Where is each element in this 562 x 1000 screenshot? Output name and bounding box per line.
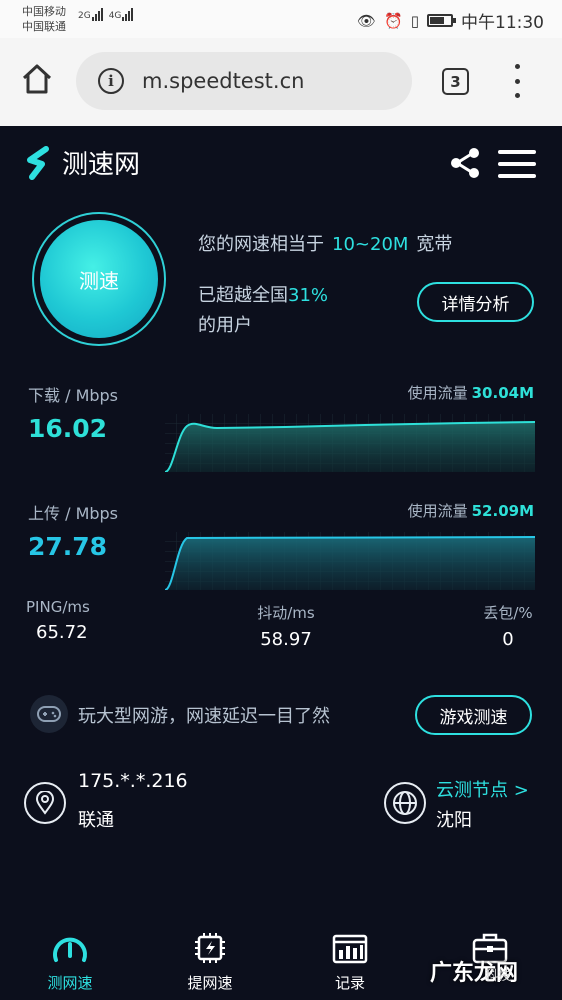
status-bar: 中国移动 中国联通 2G 4G 👁 ⏰ ▯ 中午11:30 [0, 0, 562, 38]
ip-address: 175.*.*.216 [78, 770, 188, 792]
download-graph [165, 414, 535, 472]
speed-equivalent: 您的网速相当于 10~20M 宽带 [198, 234, 453, 255]
app-logo[interactable]: 测速网 [24, 144, 140, 181]
battery-icon [427, 14, 456, 27]
speed-test-button[interactable]: 测速 [32, 212, 166, 346]
jitter-value: 58.97 [260, 629, 312, 650]
signal-1-icon: 2G [78, 8, 103, 21]
info-icon[interactable]: i [98, 68, 124, 94]
location-pin-icon [24, 782, 66, 824]
menu-icon[interactable] [498, 150, 536, 178]
carrier-1: 中国移动 [22, 5, 66, 18]
exceed-text: 已超越全国31% 的用户 [198, 285, 329, 336]
detail-analysis-button[interactable]: 详情分析 [417, 282, 534, 322]
nav-item-records[interactable]: 记录 [280, 920, 420, 1000]
eye-icon: 👁 [357, 11, 377, 30]
jitter-stat: 抖动/ms 58.97 [236, 602, 336, 650]
ping-value: 65.72 [36, 622, 88, 643]
logo-s-icon [27, 145, 49, 180]
carrier-2: 中国联通 [22, 20, 66, 33]
exceed-percent: 31% [288, 285, 329, 306]
status-right: 👁 ⏰ ▯ 中午11:30 [357, 8, 544, 34]
gamepad-icon [30, 695, 68, 733]
cloud-node-link[interactable]: 云测节点 > [436, 776, 529, 802]
game-promo-text: 玩大型网游，网速延迟一目了然 [78, 706, 330, 727]
nav-item-boost-speed[interactable]: 提网速 [140, 920, 280, 1000]
packet-loss-label: 丢包/% [483, 604, 533, 622]
watermark-sub: 科技 [485, 969, 512, 984]
ping-label: PING/ms [26, 598, 90, 616]
share-icon [451, 148, 479, 178]
ping-stat: PING/ms 65.72 [26, 598, 90, 643]
game-speed-test-button[interactable]: 游戏测速 [415, 695, 532, 735]
vibrate-icon: ▯ [410, 11, 419, 30]
jitter-label: 抖动/ms [257, 604, 315, 622]
alarm-icon: ⏰ [384, 11, 403, 30]
home-button[interactable] [20, 62, 54, 96]
signal-2-icon: 4G [109, 8, 134, 21]
download-value: 16.02 [28, 414, 108, 443]
packet-loss-stat: 丢包/% 0 [470, 602, 546, 650]
tabs-button[interactable]: 3 [442, 68, 469, 95]
packet-loss-value: 0 [502, 629, 514, 650]
speed-test-label[interactable]: 测速 [40, 220, 158, 338]
isp-name: 联通 [78, 810, 114, 831]
download-label: 下载 / Mbps [28, 386, 119, 405]
upload-graph [165, 532, 535, 590]
globe-icon[interactable] [384, 782, 426, 824]
clock: 中午11:30 [461, 13, 544, 33]
logo-text: 测速网 [62, 150, 141, 180]
carrier-names: 中国移动 中国联通 [22, 4, 66, 34]
download-usage: 使用流量 30.04M [407, 384, 534, 402]
node-city: 沈阳 [436, 810, 472, 831]
speedometer-icon [50, 930, 90, 966]
browser-toolbar: i m.speedtest.cn 3 [0, 38, 562, 126]
upload-usage-value: 52.09M [471, 502, 534, 520]
nav-item-test-speed[interactable]: 测网速 [0, 920, 140, 1000]
upload-label: 上传 / Mbps [28, 504, 119, 523]
url-bar[interactable]: i m.speedtest.cn [76, 52, 412, 110]
upload-value: 27.78 [28, 532, 108, 561]
share-button[interactable] [448, 146, 482, 180]
boost-chip-icon [190, 930, 230, 966]
download-usage-value: 30.04M [471, 384, 534, 402]
records-chart-icon [330, 930, 370, 966]
equiv-value: 10~20M [332, 234, 409, 255]
browser-menu-button[interactable] [510, 64, 524, 98]
signal-indicators: 2G 4G [78, 8, 134, 21]
url-text[interactable]: m.speedtest.cn [142, 69, 304, 93]
home-icon [22, 64, 52, 94]
upload-usage: 使用流量 52.09M [407, 502, 534, 520]
